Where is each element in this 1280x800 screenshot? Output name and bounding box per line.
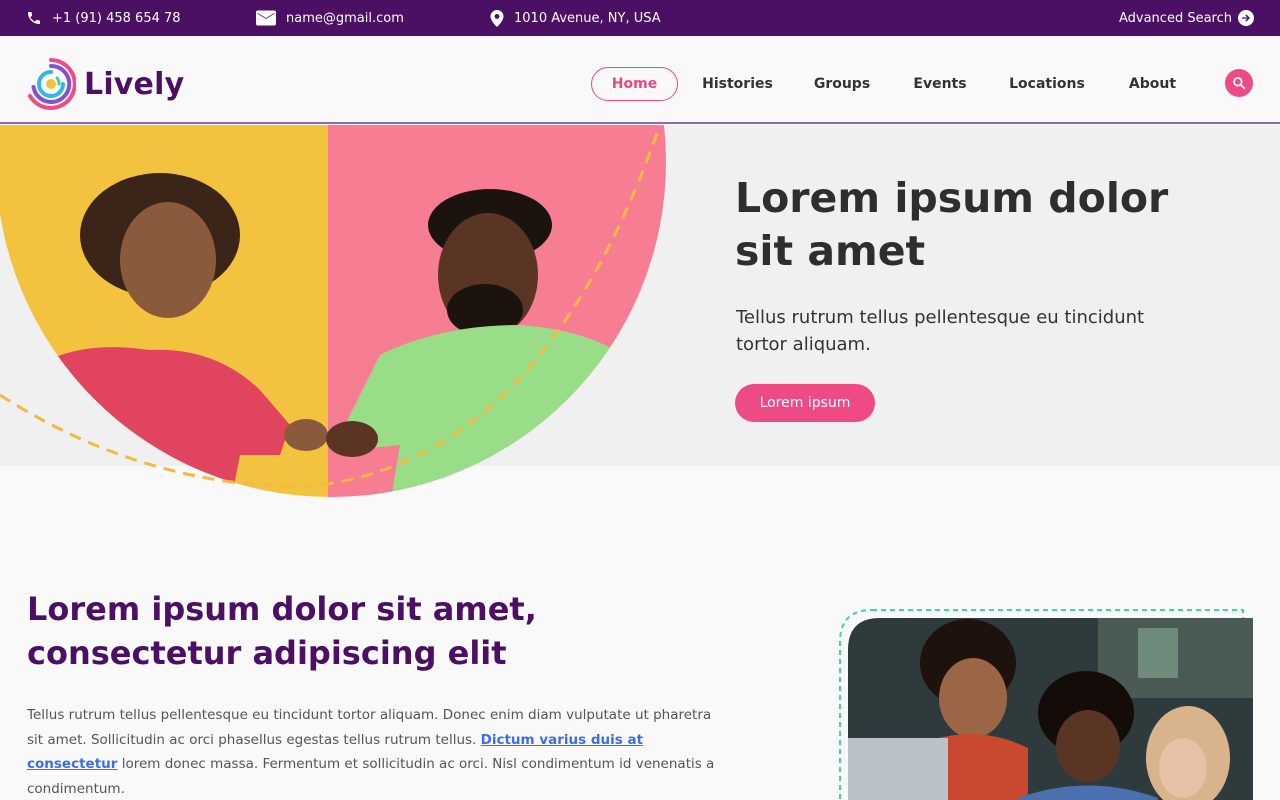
nav-events[interactable]: Events bbox=[910, 67, 970, 101]
mail-icon bbox=[256, 10, 276, 26]
logo[interactable]: Lively bbox=[26, 56, 184, 112]
section-body: Tellus rutrum tellus pellentesque eu tin… bbox=[27, 703, 717, 800]
phone-contact[interactable]: +1 (91) 458 654 78 bbox=[26, 0, 181, 36]
nav-locations[interactable]: Locations bbox=[1006, 67, 1088, 101]
email-contact[interactable]: name@gmail.com bbox=[256, 0, 404, 36]
nav-about[interactable]: About bbox=[1125, 67, 1180, 101]
hero-title: Lorem ipsum dolor sit amet bbox=[735, 174, 1169, 275]
address-contact[interactable]: 1010 Avenue, NY, USA bbox=[490, 0, 661, 36]
location-pin-icon bbox=[490, 9, 504, 27]
section-body-text-end: lorem donec massa. Fermentum et sollicit… bbox=[27, 756, 715, 797]
phone-icon bbox=[28, 12, 40, 24]
arrow-right-circle-icon bbox=[1238, 10, 1254, 26]
search-icon bbox=[1233, 77, 1246, 90]
site-header: Lively Home Histories Groups Events Loca… bbox=[0, 36, 1280, 124]
hero-subtitle: Tellus rutrum tellus pellentesque eu tin… bbox=[736, 307, 1145, 355]
section-title: Lorem ipsum dolor sit amet, consectetur … bbox=[27, 590, 537, 672]
search-button[interactable] bbox=[1225, 69, 1253, 97]
phone-text: +1 (91) 458 654 78 bbox=[52, 10, 181, 26]
hero-cta-button[interactable]: Lorem ipsum bbox=[735, 384, 875, 422]
logo-text: Lively bbox=[84, 66, 185, 102]
nav-groups[interactable]: Groups bbox=[812, 67, 872, 101]
email-text: name@gmail.com bbox=[286, 10, 404, 26]
nav-histories[interactable]: Histories bbox=[700, 67, 775, 101]
hero-image bbox=[0, 124, 666, 497]
address-text: 1010 Avenue, NY, USA bbox=[514, 10, 661, 26]
group-photo bbox=[839, 609, 1253, 800]
advanced-search-link[interactable]: Advanced Search bbox=[1119, 0, 1254, 36]
top-bar: +1 (91) 458 654 78 name@gmail.com 1010 A… bbox=[0, 0, 1280, 36]
nav-home[interactable]: Home bbox=[591, 67, 678, 101]
advanced-search-label: Advanced Search bbox=[1118, 10, 1232, 26]
logo-mark-icon bbox=[28, 58, 76, 110]
